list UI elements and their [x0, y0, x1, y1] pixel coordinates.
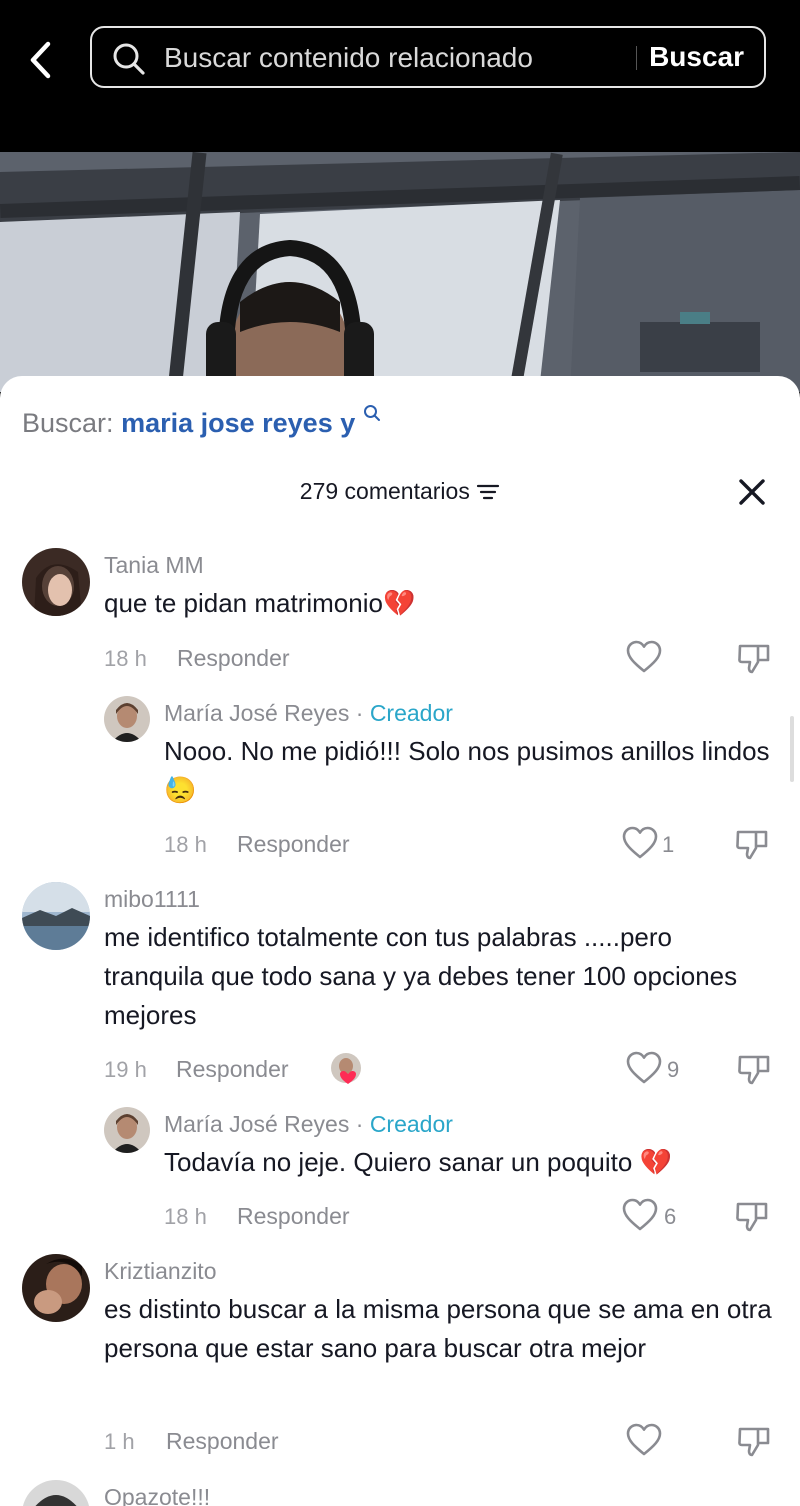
creator-name: María José Reyes — [164, 700, 350, 726]
back-button[interactable] — [20, 38, 64, 82]
reply-button[interactable]: Responder — [237, 1203, 350, 1230]
broken-heart-emoji: 💔 — [382, 588, 416, 618]
thumbs-down-icon — [736, 1202, 768, 1232]
like-count: 9 — [667, 1057, 680, 1082]
like-button[interactable] — [626, 1051, 666, 1087]
video-preview[interactable] — [0, 152, 800, 392]
comment-text: que te pidan matrimonio💔 — [104, 584, 764, 623]
heart-icon — [626, 1423, 662, 1456]
comment-text: es distinto buscar a la misma persona qu… — [104, 1294, 772, 1363]
sweat-face-emoji: 😓 — [164, 775, 197, 805]
thumbs-down-icon — [736, 830, 768, 860]
broken-heart-emoji: 💔 — [639, 1147, 672, 1177]
like-button[interactable] — [626, 640, 666, 676]
dislike-button[interactable] — [736, 1423, 772, 1459]
heart-icon — [622, 826, 658, 859]
avatar[interactable] — [104, 1107, 150, 1153]
avatar[interactable] — [22, 1254, 90, 1322]
comments-sheet: Buscar: maria jose reyes y 279 comentari… — [0, 376, 800, 1506]
comment-time: 18 h — [164, 1204, 207, 1229]
heart-icon — [622, 1198, 658, 1231]
comment-time: 18 h — [104, 646, 147, 671]
chevron-left-icon — [30, 41, 51, 79]
avatar[interactable] — [22, 882, 90, 950]
related-search-prefix: Buscar: — [22, 408, 114, 438]
search-icon — [363, 405, 380, 421]
comment-count: 279 comentarios — [299, 478, 470, 504]
top-bar: Buscar — [0, 0, 800, 152]
comment-username[interactable]: María José Reyes · Creador — [164, 1111, 453, 1138]
comment-text: Todavía no jeje. Quiero sanar un poquito… — [164, 1143, 776, 1182]
reply-button[interactable]: Responder — [177, 645, 290, 672]
reply-button[interactable]: Responder — [166, 1428, 279, 1455]
comment-time: 19 h — [104, 1057, 147, 1082]
dislike-button[interactable] — [736, 640, 772, 676]
thumbs-down-icon — [738, 1055, 770, 1085]
comment-text: Nooo. No me pidió!!! Solo nos pusimos an… — [164, 732, 776, 810]
creator-badge: Creador — [369, 700, 453, 726]
comment-username[interactable]: Kriztianzito — [104, 1258, 216, 1285]
comment-body: que te pidan matrimonio — [104, 588, 383, 618]
avatar[interactable] — [22, 548, 90, 616]
like-count: 6 — [664, 1204, 677, 1229]
dislike-button[interactable] — [734, 1198, 770, 1234]
avatar[interactable] — [22, 1480, 90, 1506]
comment-count-header[interactable]: 279 comentarios — [0, 478, 800, 505]
comment-username[interactable]: María José Reyes · Creador — [164, 700, 453, 727]
dislike-button[interactable] — [734, 826, 770, 862]
close-icon — [739, 479, 765, 505]
search-bar[interactable]: Buscar — [90, 26, 766, 88]
comment-body: Todavía no jeje. Quiero sanar un poquito — [164, 1147, 633, 1177]
reply-button[interactable]: Responder — [237, 831, 350, 858]
search-divider — [636, 46, 637, 70]
comment-username[interactable]: mibo1111 — [104, 886, 200, 913]
comment-time: 18 h — [164, 832, 207, 857]
video-frame-image — [0, 152, 800, 392]
heart-icon — [626, 1051, 662, 1084]
creator-name: María José Reyes — [164, 1111, 350, 1137]
related-search-query[interactable]: maria jose reyes y — [121, 408, 355, 438]
like-count: 1 — [662, 832, 675, 857]
like-button[interactable] — [622, 826, 662, 862]
avatar[interactable] — [104, 696, 150, 742]
creator-liked-avatar — [330, 1052, 362, 1084]
close-button[interactable] — [736, 476, 768, 508]
search-input[interactable] — [162, 28, 626, 88]
related-search[interactable]: Buscar: maria jose reyes y — [22, 404, 381, 439]
comment-username[interactable]: Tania MM — [104, 552, 204, 579]
heart-icon — [626, 640, 662, 673]
thumbs-down-icon — [738, 1427, 770, 1457]
comment-time: 1 h — [104, 1429, 135, 1454]
like-button[interactable] — [622, 1198, 662, 1234]
search-icon — [113, 43, 145, 75]
like-button[interactable] — [626, 1423, 666, 1459]
thumbs-down-icon — [738, 644, 770, 674]
dislike-button[interactable] — [736, 1051, 772, 1087]
comment-text: me identifico totalmente con tus palabra… — [104, 922, 738, 1030]
comment-username[interactable]: Opazote!!! — [104, 1484, 210, 1506]
reply-button[interactable]: Responder — [176, 1056, 289, 1083]
search-submit-button[interactable]: Buscar — [649, 28, 744, 86]
comment-body: Nooo. No me pidió!!! Solo nos pusimos an… — [164, 736, 770, 766]
sort-filter-icon[interactable] — [476, 483, 500, 501]
creator-badge: Creador — [369, 1111, 453, 1137]
scrollbar[interactable] — [790, 716, 794, 782]
